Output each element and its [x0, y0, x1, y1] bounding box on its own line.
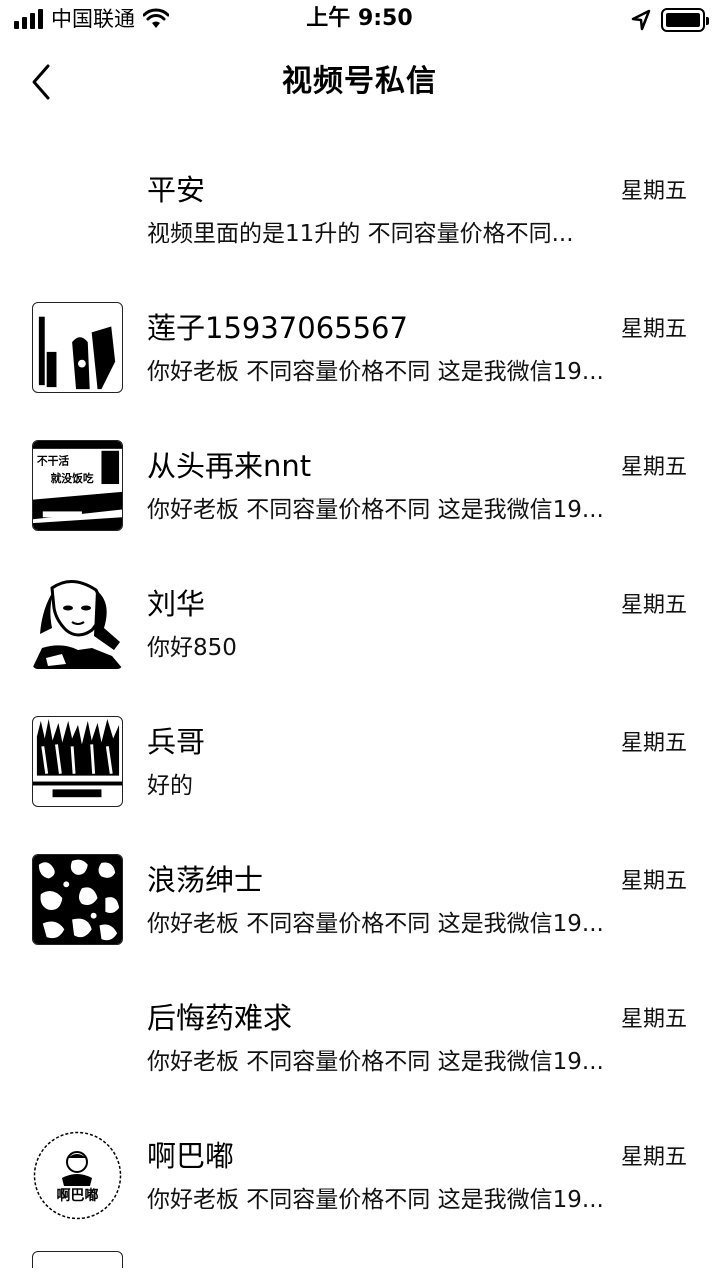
avatar: [32, 164, 123, 255]
contact-name: 啊巴嘟: [147, 1139, 235, 1173]
message-date: 星期五: [620, 593, 687, 618]
conversation-row[interactable]: 平安 星期五 视频里面的是11升的 不同容量价格不同...: [0, 124, 719, 262]
avatar: [32, 1251, 123, 1268]
avatar: [32, 578, 123, 669]
message-date: 星期五: [620, 869, 687, 894]
contact-name: 从头再来nnt: [147, 449, 312, 483]
conversation-row[interactable]: 刘华 星期五 你好850: [0, 538, 719, 676]
message-date: 星期五: [620, 1007, 687, 1032]
conversation-row[interactable]: 莲子15937065567 星期五 你好老板 不同容量价格不同 这是我微信19.…: [0, 262, 719, 400]
avatar: [32, 992, 123, 1083]
conversation-row[interactable]: 浪荡绅士 星期五 你好老板 不同容量价格不同 这是我微信19...: [0, 814, 719, 952]
message-preview: 你好850: [147, 635, 237, 661]
contact-name: 刘华: [147, 587, 206, 621]
message-preview: 你好老板 不同容量价格不同 这是我微信19...: [147, 911, 604, 937]
conversation-row[interactable]: 后悔药难求 星期五 你好老板 不同容量价格不同 这是我微信19...: [0, 952, 719, 1090]
contact-name: 莲子15937065567: [147, 311, 408, 345]
contact-name: 兵哥: [147, 725, 206, 759]
message-date: 星期五: [620, 1145, 687, 1170]
message-date: 星期五: [620, 455, 687, 480]
avatar: [32, 854, 123, 945]
avatar: [32, 302, 123, 393]
contact-name: 浪荡绅士: [147, 863, 264, 897]
message-date: 星期五: [620, 731, 687, 756]
avatar: 不干活 就没饭吃: [32, 440, 123, 531]
message-preview: 视频里面的是11升的 不同容量价格不同...: [147, 221, 574, 247]
conversation-row[interactable]: 兵哥 星期五 好的: [0, 676, 719, 814]
page-title: 视频号私信: [282, 64, 437, 99]
conversation-row[interactable]: 啊巴嘟 啊巴嘟 星期五 你好老板 不同容量价格不同 这是我微信19...: [0, 1090, 719, 1228]
avatar: 啊巴嘟: [32, 1130, 123, 1221]
status-bar: 中国联通 上午 9:50: [0, 0, 719, 40]
svg-text:就没饭吃: 就没饭吃: [51, 472, 94, 485]
battery-icon: [661, 8, 709, 32]
navigation-bar: 视频号私信: [0, 40, 719, 124]
svg-text:不干活: 不干活: [37, 454, 70, 467]
conversation-list: 平安 星期五 视频里面的是11升的 不同容量价格不同... 莲子15937065…: [0, 124, 719, 1268]
message-preview: 你好老板 不同容量价格不同 这是我微信19...: [147, 359, 604, 385]
message-preview: 你好老板 不同容量价格不同 这是我微信19...: [147, 497, 604, 523]
message-date: 星期五: [620, 317, 687, 342]
conversation-row-partial[interactable]: [0, 1228, 719, 1268]
status-time: 上午 9:50: [306, 6, 413, 31]
avatar-logo-text: 啊巴嘟: [57, 1187, 99, 1204]
message-preview: 你好老板 不同容量价格不同 这是我微信19...: [147, 1187, 604, 1213]
contact-name: 后悔药难求: [147, 1001, 293, 1035]
message-date: 星期五: [620, 179, 687, 204]
avatar: [32, 716, 123, 807]
location-arrow-icon: [631, 9, 651, 31]
message-preview: 好的: [147, 773, 193, 799]
contact-name: 平安: [147, 173, 206, 207]
conversation-row[interactable]: 不干活 就没饭吃 从头再来nnt 星期五 你好老板 不同容量价格不同 这是我微信…: [0, 400, 719, 538]
message-preview: 你好老板 不同容量价格不同 这是我微信19...: [147, 1049, 604, 1075]
